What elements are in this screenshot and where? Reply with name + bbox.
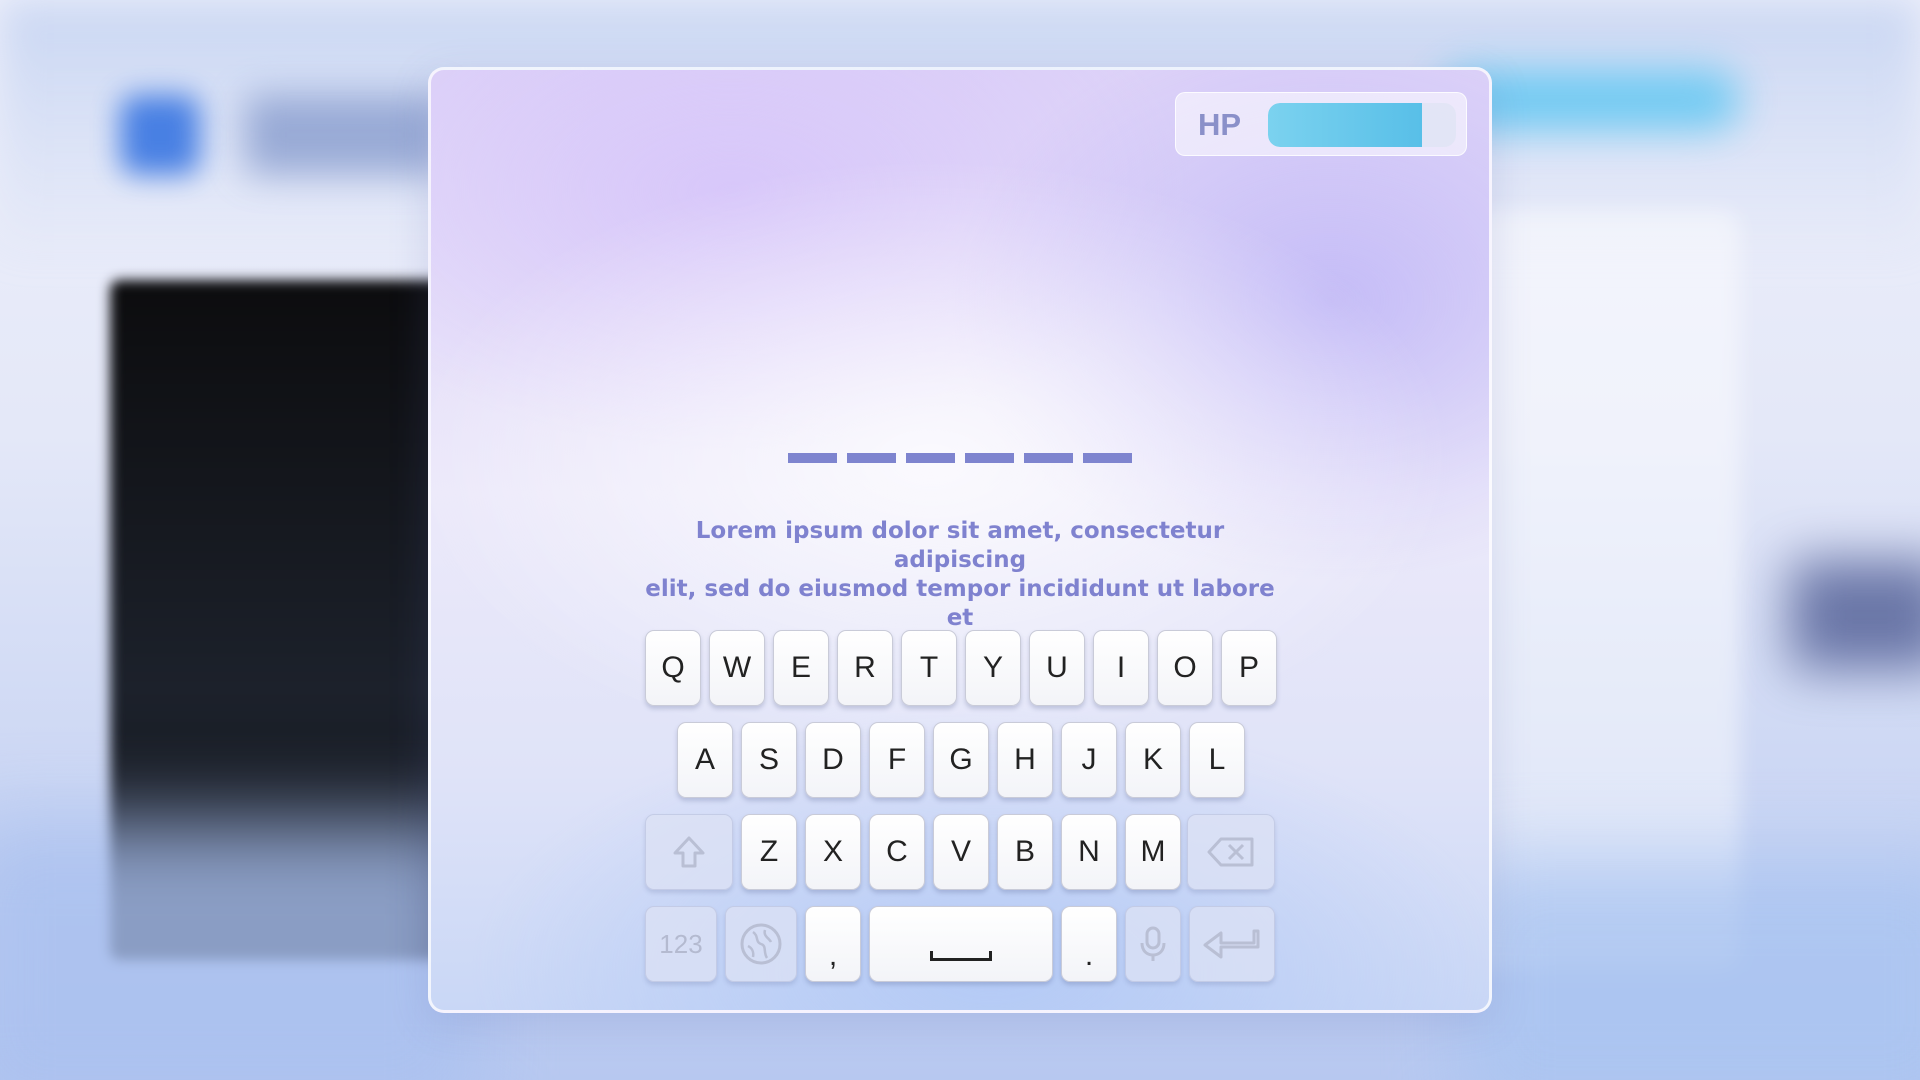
key-label: Y [982,651,1003,684]
letter-blank [906,453,955,463]
key-label: U [1046,651,1068,684]
comma-key[interactable]: , [805,906,861,982]
key-label: D [822,743,844,776]
key-label: P [1238,651,1259,684]
background-logo-mark [120,95,200,175]
numbers-key-label: 123 [659,928,703,959]
on-screen-keyboard: 123 , . Q W E R T Y U I O P A S D F G H J K L Z X C V B N M [645,630,1285,982]
key-e[interactable]: E [773,630,829,706]
key-z[interactable]: Z [741,814,797,890]
key-n[interactable]: N [1061,814,1117,890]
numbers-key[interactable]: 123 [645,906,717,982]
key-label: V [950,835,971,868]
letter-blank [788,453,837,463]
hp-meter: HP [1175,92,1467,156]
background-bottom-glow-right [1460,860,1920,1080]
key-a[interactable]: A [677,722,733,798]
space-bar-icon [930,951,992,961]
key-d[interactable]: D [805,722,861,798]
microphone-key[interactable] [1125,906,1181,982]
hp-label: HP [1198,107,1242,142]
key-s[interactable]: S [741,722,797,798]
shift-key[interactable] [645,814,733,890]
letter-blank [847,453,896,463]
key-i[interactable]: I [1093,630,1149,706]
enter-key[interactable] [1189,906,1275,982]
key-k[interactable]: K [1125,722,1181,798]
key-v[interactable]: V [933,814,989,890]
period-key-label: . [1084,939,1094,972]
return-arrow-icon [1203,929,1261,959]
key-label: L [1208,743,1226,776]
space-key[interactable] [869,906,1053,982]
key-m[interactable]: M [1125,814,1181,890]
hp-bar-fill [1268,103,1423,147]
globe-key[interactable] [725,906,797,982]
key-label: X [822,835,843,868]
clue-line-2: elit, sed do eiusmod tempor incididunt u… [645,576,1275,631]
key-label: J [1081,743,1097,776]
period-key[interactable]: . [1061,906,1117,982]
key-y[interactable]: Y [965,630,1021,706]
microphone-icon [1139,925,1167,963]
background-logo-text [245,95,445,175]
key-label: R [854,651,876,684]
key-l[interactable]: L [1189,722,1245,798]
key-label: N [1078,835,1100,868]
key-x[interactable]: X [805,814,861,890]
background-dark-shape [1790,560,1920,670]
key-label: K [1142,743,1163,776]
hp-bar-track [1268,103,1456,147]
key-label: S [758,743,779,776]
key-label: W [722,651,752,684]
key-label: C [886,835,908,868]
key-f[interactable]: F [869,722,925,798]
shift-arrow-icon [672,835,706,869]
key-b[interactable]: B [997,814,1053,890]
clue-text: Lorem ipsum dolor sit amet, consectetur … [641,517,1279,633]
key-p[interactable]: P [1221,630,1277,706]
key-h[interactable]: H [997,722,1053,798]
key-w[interactable]: W [709,630,765,706]
letter-blank [965,453,1014,463]
letter-blank [1083,453,1132,463]
backspace-icon [1207,836,1255,868]
key-j[interactable]: J [1061,722,1117,798]
key-label: H [1014,743,1036,776]
clue-line-1: Lorem ipsum dolor sit amet, consectetur … [695,518,1225,573]
key-label: I [1116,651,1126,684]
key-u[interactable]: U [1029,630,1085,706]
comma-key-label: , [828,939,838,972]
key-label: G [949,743,973,776]
letter-blank [1024,453,1073,463]
key-q[interactable]: Q [645,630,701,706]
key-label: T [919,651,939,684]
key-label: Z [759,835,779,868]
key-label: O [1173,651,1197,684]
key-label: F [887,743,907,776]
hangman-game-panel: HP Lorem ipsum dolor sit amet, consectet… [428,67,1492,1013]
word-blanks [431,453,1489,463]
key-label: Q [661,651,685,684]
key-label: A [694,743,715,776]
background-bottom-glow-left [0,820,480,1080]
backspace-key[interactable] [1187,814,1275,890]
key-c[interactable]: C [869,814,925,890]
key-label: M [1140,835,1166,868]
key-g[interactable]: G [933,722,989,798]
key-o[interactable]: O [1157,630,1213,706]
key-label: E [790,651,811,684]
key-t[interactable]: T [901,630,957,706]
key-r[interactable]: R [837,630,893,706]
globe-icon [739,922,783,966]
key-label: B [1014,835,1035,868]
